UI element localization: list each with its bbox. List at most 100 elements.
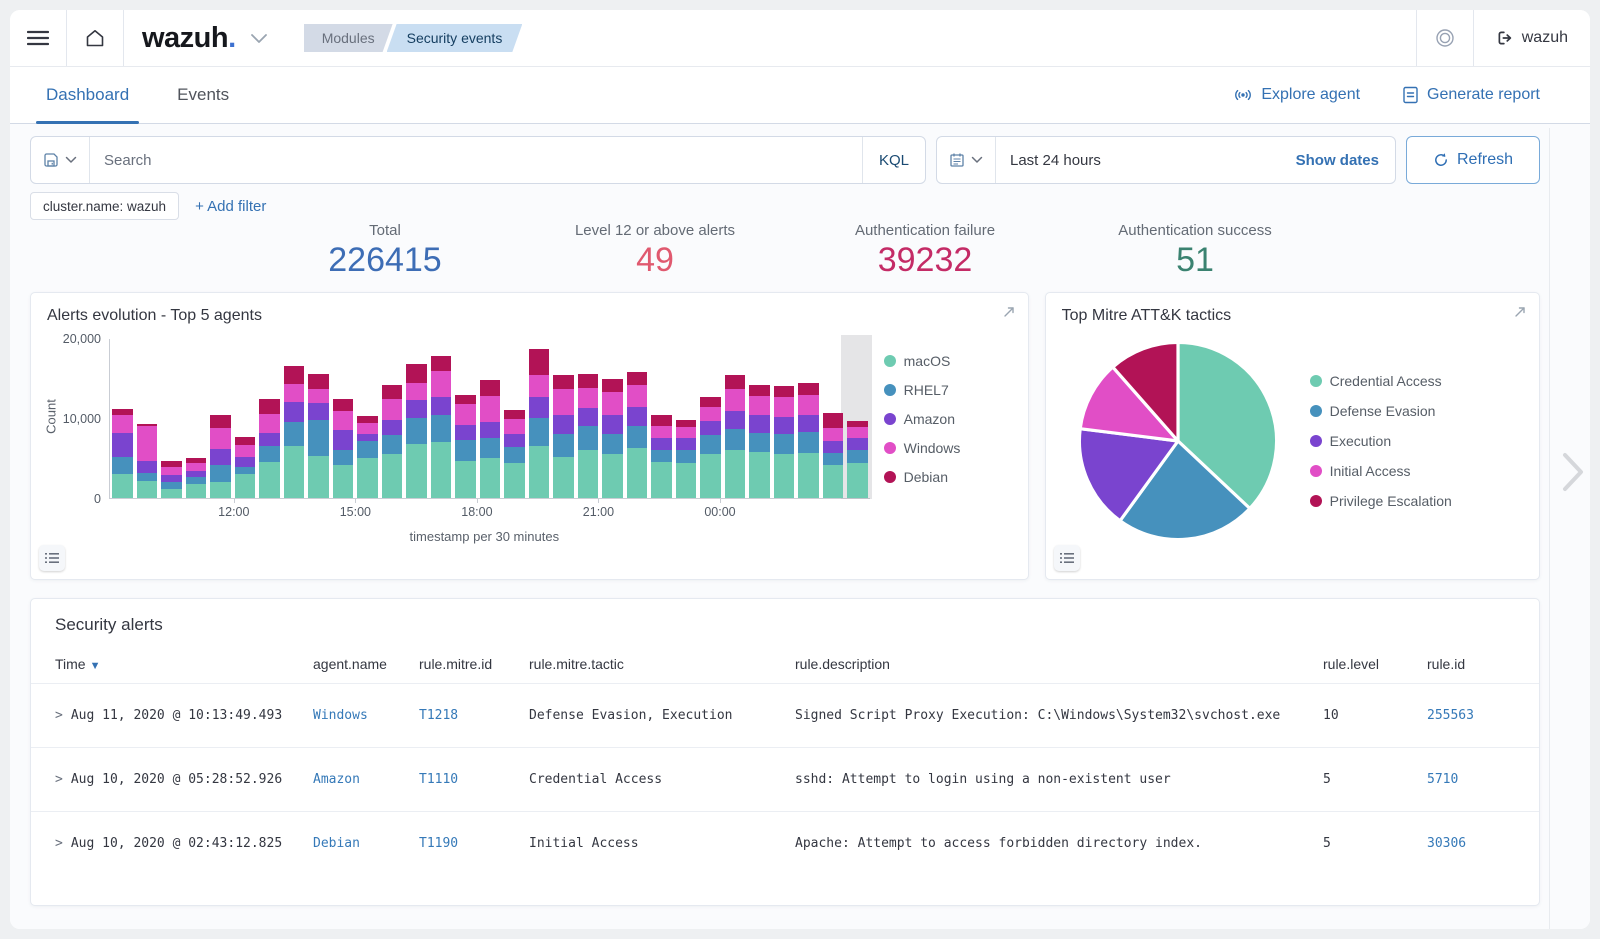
query-bar: KQL Last 24 hours Show dates Refresh — [30, 136, 1540, 184]
col-agent-name[interactable]: agent.name — [313, 656, 419, 672]
stacked-bar[interactable] — [382, 339, 403, 498]
col-time[interactable]: Time▼ — [55, 656, 313, 672]
table-cell-link[interactable]: 5710 — [1427, 772, 1515, 787]
stacked-bar[interactable] — [504, 339, 525, 498]
show-dates-button[interactable]: Show dates — [1280, 152, 1395, 169]
filter-pill-cluster-name[interactable]: cluster.name: wazuh — [30, 192, 179, 220]
col-rule-level[interactable]: rule.level — [1323, 656, 1427, 672]
table-cell-link[interactable]: T1190 — [419, 836, 529, 851]
stat-value[interactable]: 49 — [520, 241, 790, 280]
col-rule-mitre-id[interactable]: rule.mitre.id — [419, 656, 529, 672]
expand-row-icon[interactable]: > — [55, 708, 63, 723]
panel-legend-button[interactable] — [1054, 545, 1080, 571]
table-cell-link[interactable]: Debian — [313, 836, 419, 851]
tab-events[interactable]: Events — [171, 67, 235, 123]
quick-select-button[interactable] — [937, 137, 996, 183]
bar-chart-bars[interactable] — [110, 339, 870, 498]
add-filter-button[interactable]: + Add filter — [195, 198, 266, 215]
stacked-bar[interactable] — [308, 339, 329, 498]
legend-item[interactable]: Debian — [884, 469, 1012, 485]
table-cell-link[interactable]: Amazon — [313, 772, 419, 787]
stacked-bar[interactable] — [823, 339, 844, 498]
health-check-button[interactable] — [1417, 10, 1473, 66]
stacked-bar[interactable] — [480, 339, 501, 498]
stacked-bar[interactable] — [357, 339, 378, 498]
pie-svg[interactable] — [1072, 335, 1284, 547]
panel-legend-button[interactable] — [39, 545, 65, 571]
search-input[interactable] — [90, 152, 862, 169]
saved-query-button[interactable] — [31, 137, 90, 183]
expand-row-icon[interactable]: > — [55, 836, 63, 851]
stacked-bar[interactable] — [161, 339, 182, 498]
stacked-bar[interactable] — [529, 339, 550, 498]
stacked-bar[interactable] — [186, 339, 207, 498]
expand-row-icon[interactable]: > — [55, 772, 63, 787]
legend-item[interactable]: Windows — [884, 440, 1012, 456]
stacked-bar[interactable] — [210, 339, 231, 498]
col-rule-mitre-tactic[interactable]: rule.mitre.tactic — [529, 656, 795, 672]
stat-value[interactable]: 226415 — [250, 241, 520, 280]
table-cell-link[interactable]: T1110 — [419, 772, 529, 787]
home-button[interactable] — [67, 10, 123, 66]
explore-agent-link[interactable]: Explore agent — [1233, 86, 1360, 104]
col-rule-description[interactable]: rule.description — [795, 656, 1323, 672]
legend-item[interactable]: macOS — [884, 353, 1012, 369]
stacked-bar[interactable] — [847, 339, 868, 498]
legend-item[interactable]: Defense Evasion — [1310, 403, 1485, 419]
stacked-bar[interactable] — [725, 339, 746, 498]
wazuh-app-menu[interactable]: wazuh. — [124, 22, 282, 55]
stacked-bar[interactable] — [137, 339, 158, 498]
stacked-bar[interactable] — [651, 339, 672, 498]
stacked-bar[interactable] — [259, 339, 280, 498]
legend-item[interactable]: Credential Access — [1310, 373, 1485, 389]
breadcrumb-security-events[interactable]: Security events — [387, 24, 523, 52]
legend-item[interactable]: Initial Access — [1310, 463, 1485, 479]
stacked-bar[interactable] — [235, 339, 256, 498]
legend-item[interactable]: RHEL7 — [884, 382, 1012, 398]
generate-report-link[interactable]: Generate report — [1402, 86, 1540, 104]
stacked-bar[interactable] — [627, 339, 648, 498]
stacked-bar[interactable] — [602, 339, 623, 498]
stacked-bar[interactable] — [676, 339, 697, 498]
legend-label: Initial Access — [1330, 463, 1411, 479]
kql-button[interactable]: KQL — [862, 137, 925, 183]
table-row[interactable]: >Aug 11, 2020 @ 10:13:49.493WindowsT1218… — [31, 683, 1539, 747]
user-menu[interactable]: wazuh — [1474, 29, 1590, 47]
col-rule-id[interactable]: rule.id — [1427, 656, 1515, 672]
stacked-bar[interactable] — [700, 339, 721, 498]
stacked-bar[interactable] — [431, 339, 452, 498]
legend-item[interactable]: Amazon — [884, 411, 1012, 427]
stat-value[interactable]: 51 — [1060, 241, 1330, 280]
time-range-value[interactable]: Last 24 hours — [996, 152, 1280, 169]
table-cell-link[interactable]: 255563 — [1427, 708, 1515, 723]
chevron-down-icon — [250, 33, 268, 44]
legend-item[interactable]: Execution — [1310, 433, 1485, 449]
legend-item[interactable]: Privilege Escalation — [1310, 493, 1485, 509]
stacked-bar[interactable] — [749, 339, 770, 498]
stat-label: Level 12 or above alerts — [520, 222, 790, 239]
stacked-bar[interactable] — [798, 339, 819, 498]
table-row[interactable]: >Aug 10, 2020 @ 05:28:52.926AmazonT1110C… — [31, 747, 1539, 811]
table-cell-link[interactable]: 30306 — [1427, 836, 1515, 851]
stacked-bar[interactable] — [774, 339, 795, 498]
expand-icon[interactable] — [1002, 305, 1016, 319]
expand-icon[interactable] — [1513, 305, 1527, 319]
stacked-bar[interactable] — [578, 339, 599, 498]
tab-dashboard[interactable]: Dashboard — [40, 67, 135, 123]
stacked-bar[interactable] — [553, 339, 574, 498]
home-icon — [84, 28, 106, 48]
next-panel-chevron-icon[interactable] — [1559, 449, 1587, 495]
table-cell-link[interactable]: T1218 — [419, 708, 529, 723]
stacked-bar[interactable] — [455, 339, 476, 498]
table-cell-link[interactable]: Windows — [313, 708, 419, 723]
stacked-bar[interactable] — [112, 339, 133, 498]
table-row[interactable]: >Aug 10, 2020 @ 02:43:12.825DebianT1190I… — [31, 811, 1539, 875]
breadcrumb-modules[interactable]: Modules — [304, 24, 393, 52]
menu-button[interactable] — [10, 10, 66, 66]
stacked-bar[interactable] — [333, 339, 354, 498]
stacked-bar[interactable] — [284, 339, 305, 498]
stacked-bar[interactable] — [406, 339, 427, 498]
stat-value[interactable]: 39232 — [790, 241, 1060, 280]
date-picker: Last 24 hours Show dates — [936, 136, 1396, 184]
refresh-button[interactable]: Refresh — [1406, 136, 1540, 184]
